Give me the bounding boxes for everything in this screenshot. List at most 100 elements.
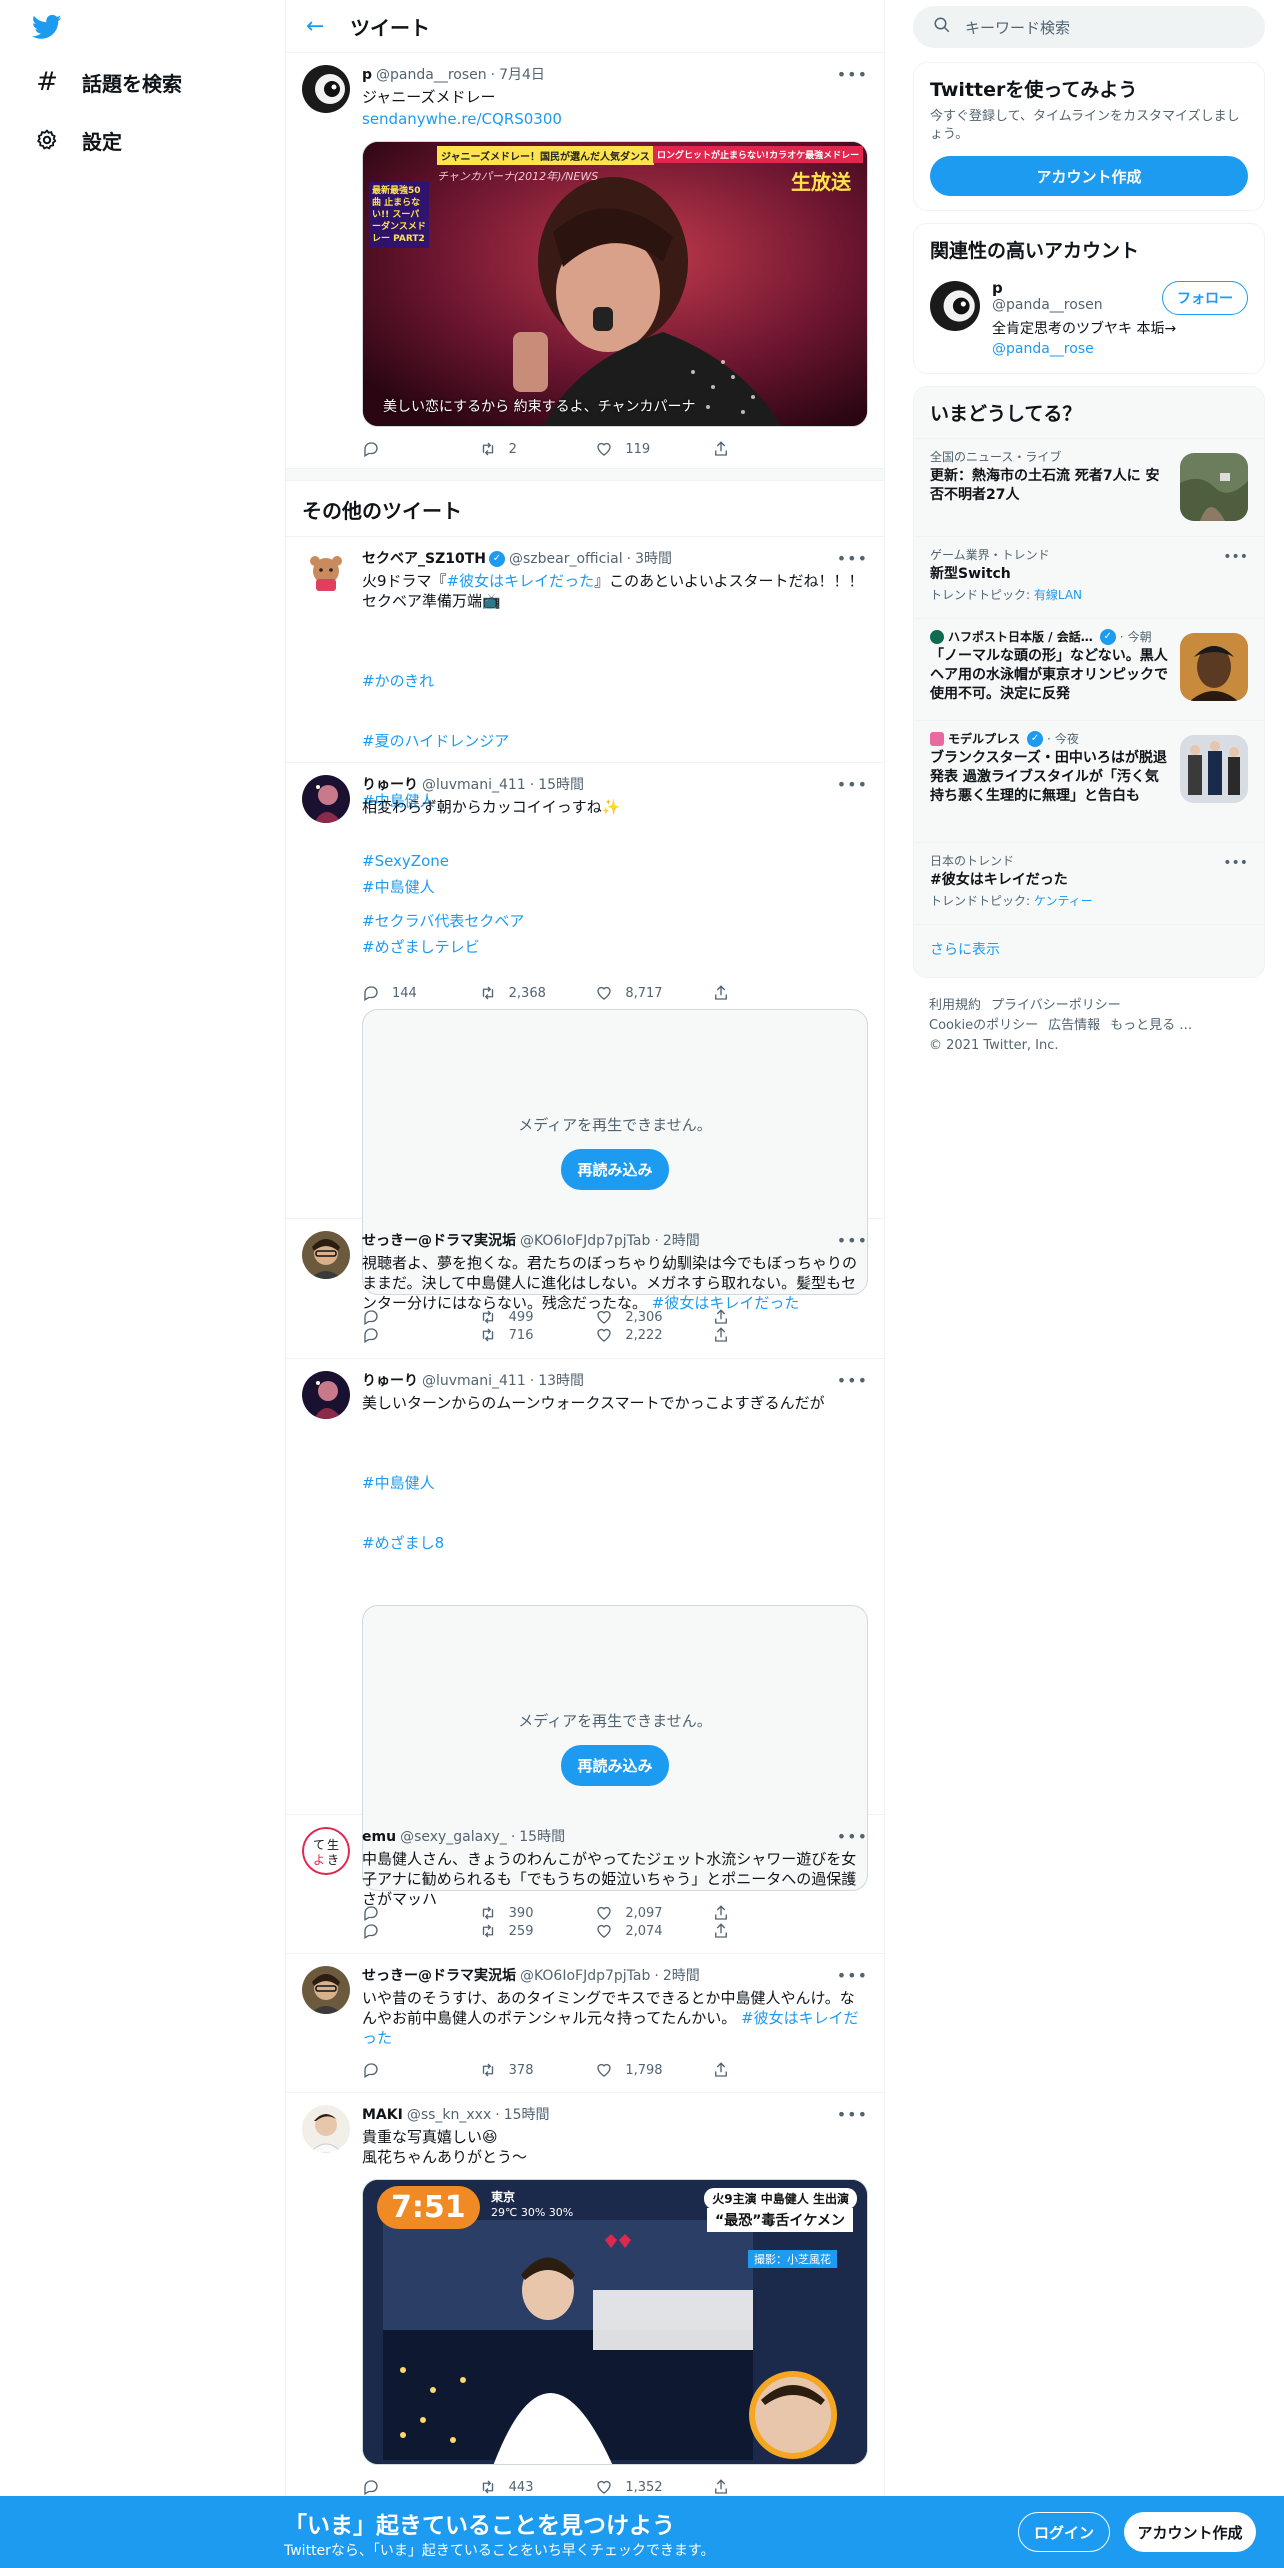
tweet-item[interactable]: りゅーり @luvmani_411 · 15時間 ••• 相変わらず朝からカッコ… [286, 763, 884, 1325]
tweet-author-handle[interactable]: @szbear_official [509, 549, 623, 569]
trend-item[interactable]: ゲーム業界・トレンド 新型Switch トレンドトピック: 有線LAN ••• [914, 536, 1264, 618]
tweet-time[interactable]: 2時間 [663, 1966, 700, 1986]
trend-item[interactable]: 全国のニュース・ライブ 更新：熱海市の土石流 死者7人に 安否不明者27人 [914, 438, 1264, 536]
cookie-link[interactable]: Cookieのポリシー [929, 1018, 1038, 1033]
avatar[interactable] [302, 1371, 350, 1419]
avatar[interactable]: て生よき [302, 1827, 350, 1875]
retweet-button[interactable]: 716 [479, 1326, 559, 1344]
tweet-author-handle[interactable]: @luvmani_411 [422, 1371, 526, 1391]
tweet-author-handle[interactable]: @ss_kn_xxx [407, 2105, 491, 2125]
avatar[interactable] [302, 775, 350, 823]
hashtag-link[interactable]: #めざまし8 [362, 1534, 444, 1552]
more-icon[interactable]: ••• [837, 2105, 868, 2125]
avatar[interactable] [302, 1231, 350, 1279]
tweet-author-name[interactable]: p [362, 65, 372, 85]
login-button[interactable]: ログイン [1018, 2512, 1110, 2552]
tweet-author-handle[interactable]: @KO6IoFJdp7pjTab [520, 1966, 650, 1986]
tweet-photo[interactable]: 7:51 東京 29℃ 30% 30% 火9主演 中島健人 生出演 “最恐”毒舌… [362, 2179, 868, 2465]
avatar[interactable] [302, 2105, 350, 2153]
search-input[interactable]: キーワード検索 [913, 6, 1265, 48]
avatar[interactable] [930, 281, 980, 331]
more-icon[interactable]: ••• [1223, 855, 1248, 871]
tweet-author-name[interactable]: セクベア_SZ10TH [362, 549, 486, 569]
trend-topic-link[interactable]: ケンティー [1034, 894, 1093, 908]
tweet-author-name[interactable]: MAKI [362, 2105, 403, 2125]
create-account-button[interactable]: アカウント作成 [930, 156, 1248, 196]
tweet-item[interactable]: せっきー@ドラマ実況垢 @KO6IoFJdp7pjTab · 2時間 ••• い… [286, 1954, 884, 2093]
hashtag-link[interactable]: #中島健人 [362, 1474, 435, 1492]
hashtag-link[interactable]: #中島健人 [362, 878, 435, 896]
trend-topic-link[interactable]: 有線LAN [1034, 588, 1082, 602]
nav-settings[interactable]: 設定 [34, 120, 122, 160]
more-icon[interactable]: ••• [837, 1827, 868, 1847]
trend-item[interactable]: 日本のトレンド #彼女はキレイだった トレンドトピック: ケンティー ••• [914, 842, 1264, 924]
show-more-link[interactable]: さらに表示 [914, 924, 1264, 977]
more-link[interactable]: もっと見る … [1110, 1018, 1192, 1033]
tweet-time[interactable]: 15時間 [504, 2105, 550, 2125]
tweet-link[interactable]: sendanywhe.re/CQRS0300 [362, 110, 562, 128]
tweet-time[interactable]: 7月4日 [499, 65, 545, 85]
retweet-button[interactable]: 443 [479, 2478, 559, 2496]
more-icon[interactable]: ••• [837, 1231, 868, 1251]
more-icon[interactable]: ••• [837, 775, 868, 795]
back-arrow-icon[interactable]: ← [306, 14, 346, 39]
nav-explore[interactable]: # 話題を検索 [34, 62, 182, 102]
tweet-item[interactable]: りゅーり @luvmani_411 · 13時間 ••• 美しいターンからのムー… [286, 1359, 884, 1921]
tweet-time[interactable]: 2時間 [663, 1231, 700, 1251]
share-button[interactable] [712, 1922, 792, 1940]
hashtag-link[interactable]: #かのきれ [362, 672, 434, 690]
avatar[interactable] [302, 549, 350, 597]
privacy-link[interactable]: プライバシーポリシー [991, 998, 1121, 1013]
reload-button[interactable]: 再読み込み [561, 1149, 669, 1190]
retweet-button[interactable]: 259 [479, 1922, 559, 1940]
retweet-button[interactable]: 378 [479, 2061, 559, 2079]
like-button[interactable]: 2,222 [595, 1326, 675, 1344]
tweet-video[interactable]: 最新最強50曲 止まらない!! スーパーダンスメドレー PART2 ジャニーズメ… [362, 141, 868, 427]
tweet-item[interactable]: セクベア_SZ10TH ✓ @szbear_official · 3時間 •••… [286, 537, 884, 1001]
reply-button[interactable] [362, 2478, 442, 2496]
share-button[interactable] [712, 2478, 792, 2496]
terms-link[interactable]: 利用規約 [929, 998, 981, 1013]
tweet-author-name[interactable]: せっきー@ドラマ実況垢 [362, 1231, 516, 1251]
reply-button[interactable] [362, 2061, 442, 2079]
more-icon[interactable]: ••• [837, 549, 868, 569]
reply-button[interactable] [362, 440, 442, 458]
share-button[interactable] [712, 440, 792, 458]
twitter-logo-icon[interactable] [30, 12, 64, 42]
retweet-button[interactable]: 2 [479, 440, 559, 458]
more-icon[interactable]: ••• [837, 1966, 868, 1986]
trend-item[interactable]: モデルプレス ✓ · 今夜 ブランクスターズ・田中いろはが脱退発表 過激ライブスタイル… [914, 720, 1264, 842]
avatar[interactable] [302, 65, 350, 113]
more-icon[interactable]: ••• [837, 65, 868, 85]
tweet-item[interactable]: MAKI @ss_kn_xxx · 15時間 ••• 貴重な写真嬉しい😆 風花ち… [286, 2093, 884, 2513]
tweet-time[interactable]: 13時間 [538, 1371, 584, 1391]
signup-button[interactable]: アカウント作成 [1124, 2512, 1256, 2552]
tweet-time[interactable]: 15時間 [519, 1827, 565, 1847]
hashtag-link[interactable]: #めざましテレビ [362, 938, 480, 956]
like-button[interactable]: 1,798 [595, 2061, 675, 2079]
avatar[interactable] [302, 1966, 350, 2014]
like-button[interactable]: 1,352 [595, 2478, 675, 2496]
bio-link[interactable]: @panda__rose [992, 341, 1094, 357]
share-button[interactable] [712, 2061, 792, 2079]
tweet-item[interactable]: せっきー@ドラマ実況垢 @KO6IoFJdp7pjTab · 2時間 ••• 視… [286, 1219, 884, 1359]
tweet-author-name[interactable]: せっきー@ドラマ実況垢 [362, 1966, 516, 1986]
hashtag-link[interactable]: #夏のハイドレンジア [362, 732, 509, 750]
reload-button[interactable]: 再読み込み [561, 1745, 669, 1786]
like-button[interactable]: 2,074 [595, 1922, 675, 1940]
follow-button[interactable]: フォロー [1162, 281, 1248, 315]
tweet-time[interactable]: 15時間 [538, 775, 584, 795]
hashtag-link[interactable]: #彼女はキレイだった [447, 572, 595, 590]
trend-item[interactable]: ハフポスト日本版 / 会話… ✓ · 今朝 「ノーマルな頭の形」などない。黒人ヘア用の… [914, 618, 1264, 720]
more-icon[interactable]: ••• [1223, 549, 1248, 565]
tweet-time[interactable]: 3時間 [635, 549, 672, 569]
reply-button[interactable] [362, 1922, 442, 1940]
hashtag-link[interactable]: #彼女はキレイだった [652, 1294, 800, 1312]
tweet-author-handle[interactable]: @KO6IoFJdp7pjTab [520, 1231, 650, 1251]
tweet-item[interactable]: て生よき emu @sexy_galaxy_ · 15時間 ••• 中島健人さん… [286, 1815, 884, 1954]
main-tweet[interactable]: p @panda__rosen · 7月4日 ••• ジャニーズメドレー sen… [286, 53, 884, 469]
tweet-author-handle[interactable]: @sexy_galaxy_ [400, 1827, 507, 1847]
tweet-author-handle[interactable]: @panda__rosen [376, 65, 487, 85]
like-button[interactable]: 119 [595, 440, 675, 458]
reply-button[interactable] [362, 1326, 442, 1344]
